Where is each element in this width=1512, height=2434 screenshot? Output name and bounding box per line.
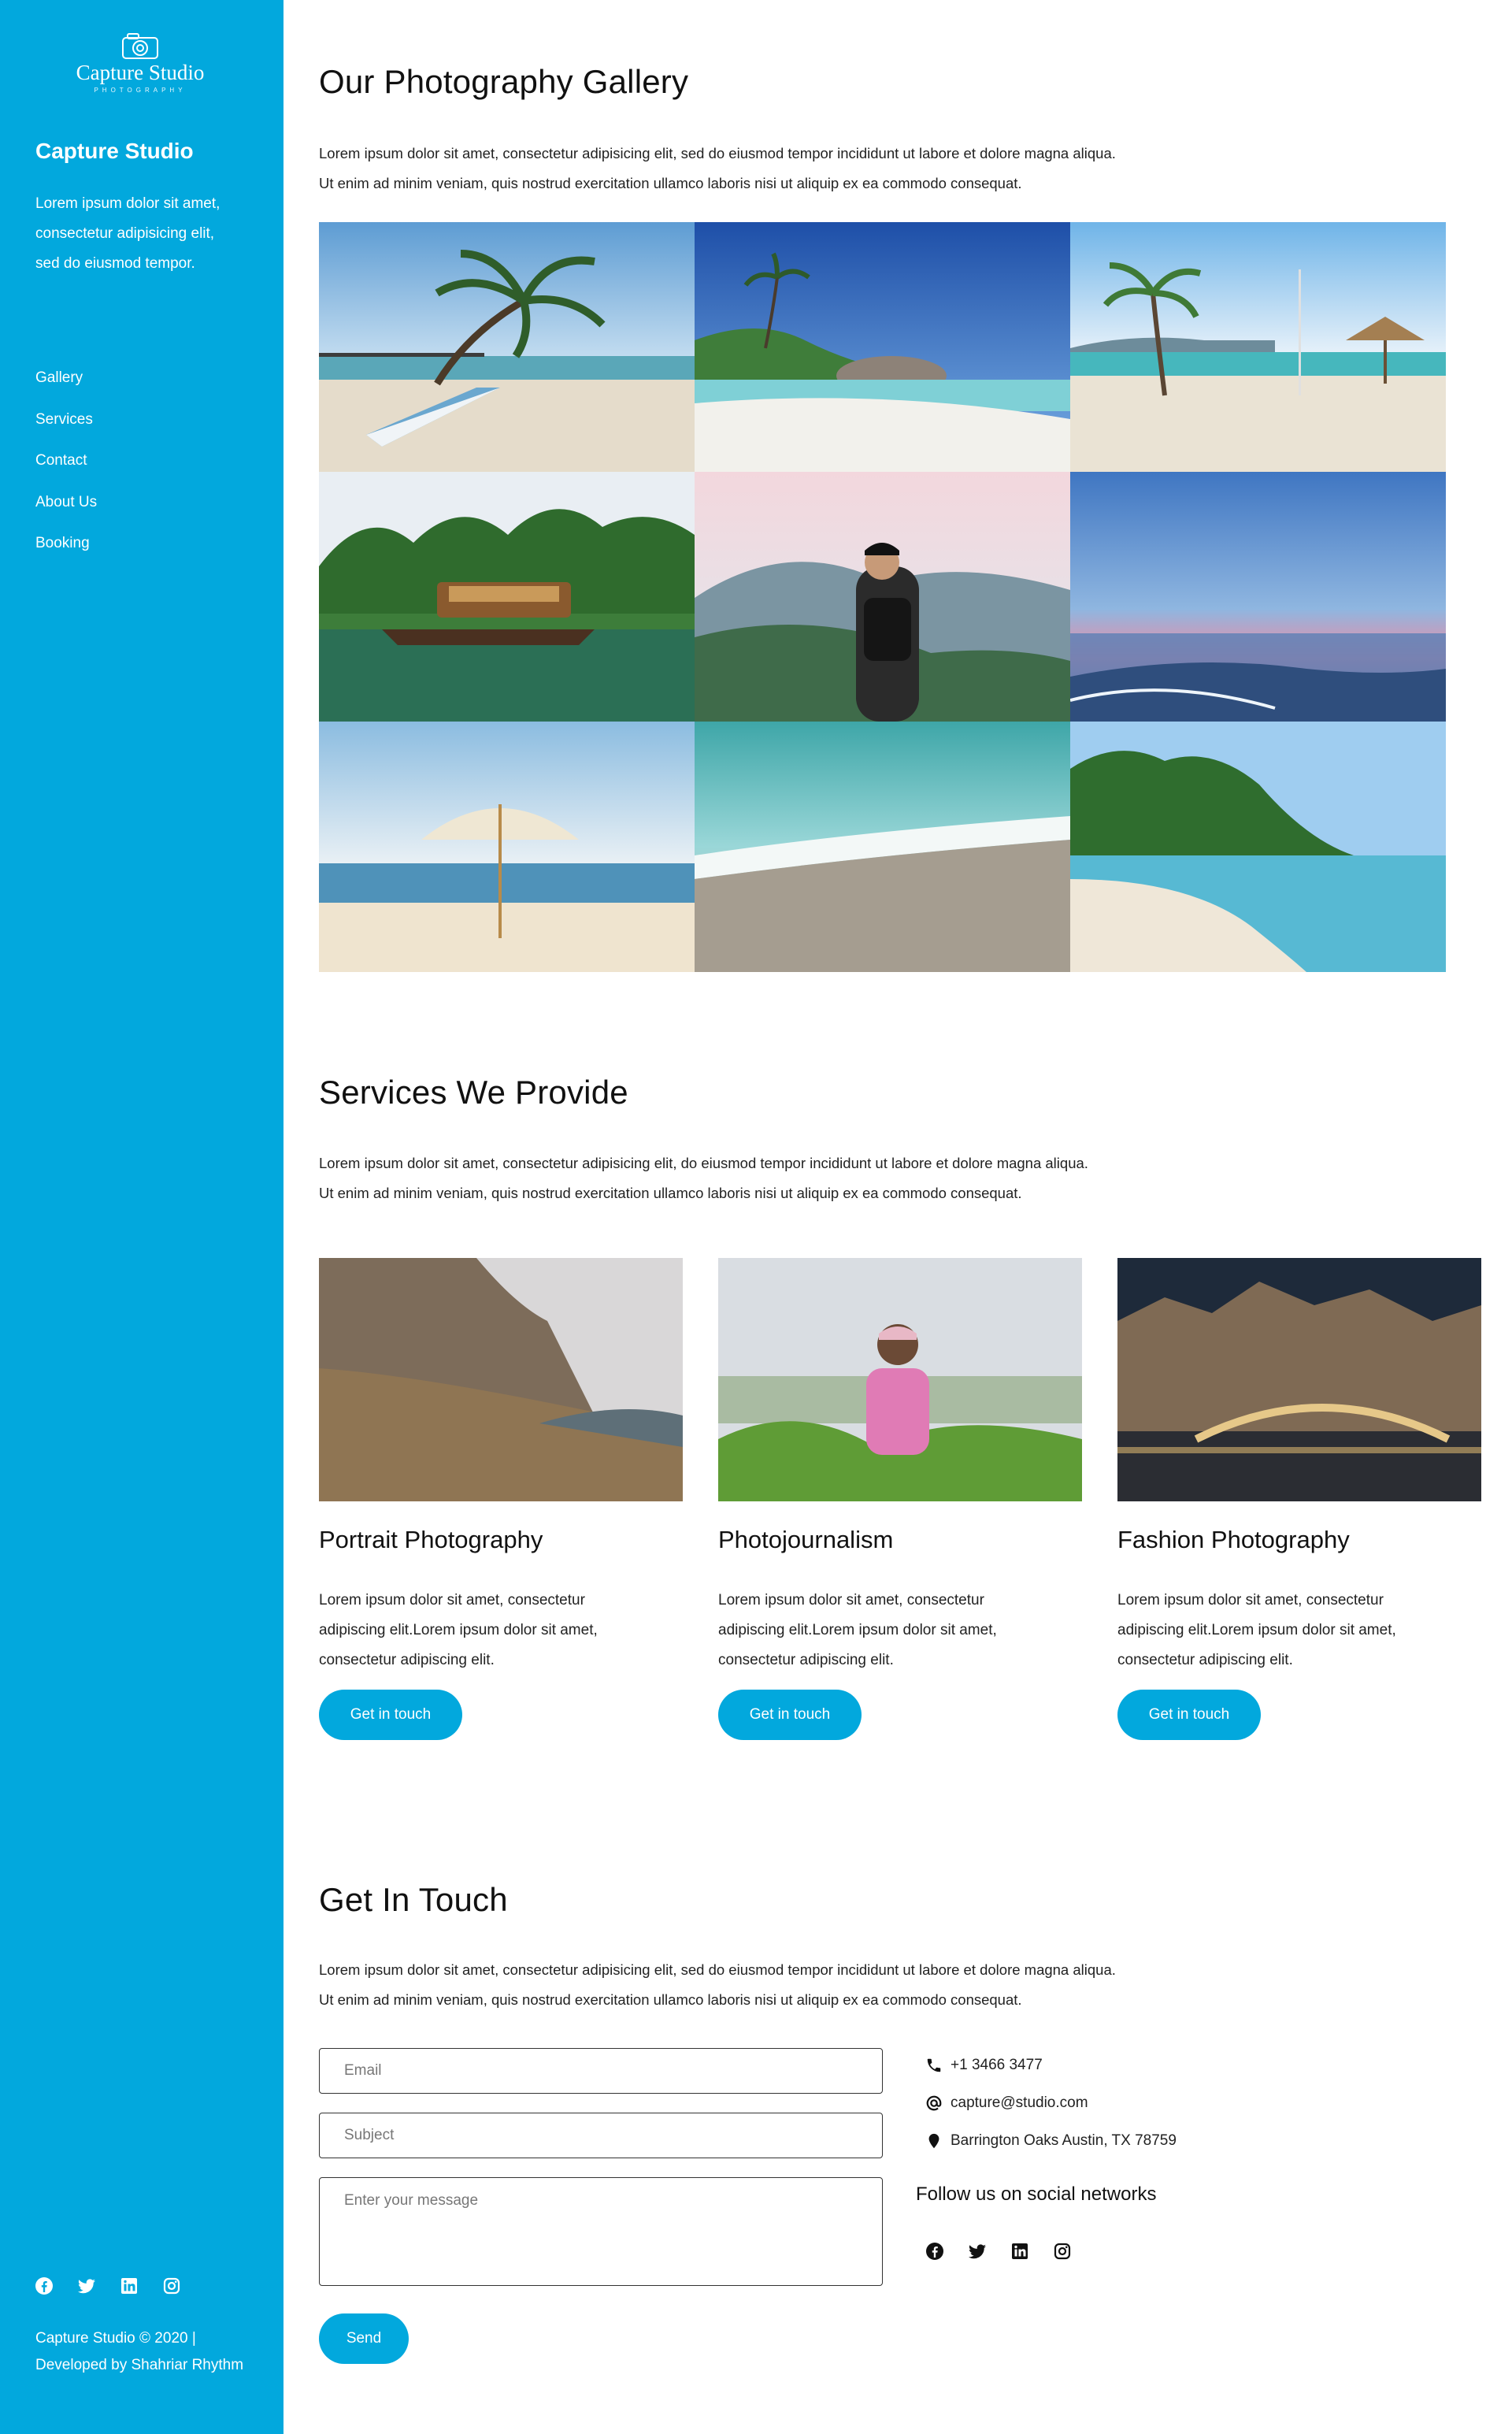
service-description-line: Lorem ipsum dolor sit amet, consectetur	[718, 1592, 984, 1608]
contact-address: Barrington Oaks Austin, TX 78759	[925, 2132, 1177, 2150]
service-description: Lorem ipsum dolor sit amet, consectetur …	[718, 1586, 1065, 1675]
sidebar: Capture Studio PHOTOGRAPHY Capture Studi…	[0, 0, 284, 2434]
copyright-line-1: Capture Studio © 2020 |	[35, 2330, 196, 2347]
gallery-photo[interactable]	[319, 222, 695, 472]
email-address[interactable]: capture@studio.com	[951, 2095, 1088, 2112]
nav-item-gallery[interactable]: Gallery	[35, 364, 97, 406]
nav-item-contact[interactable]: Contact	[35, 447, 97, 488]
logo-subtitle: PHOTOGRAPHY	[94, 87, 187, 94]
email-input[interactable]	[319, 2048, 883, 2094]
service-description-line: consectetur adipiscing elit.	[718, 1652, 894, 1668]
gallery-photo[interactable]	[1070, 472, 1446, 722]
follow-label: Follow us on social networks	[916, 2184, 1157, 2205]
facebook-icon[interactable]	[35, 2276, 54, 2295]
map-pin-icon	[925, 2132, 951, 2150]
nav-item-services[interactable]: Services	[35, 406, 97, 447]
sidebar-social-links	[35, 2276, 181, 2295]
services-intro: Lorem ipsum dolor sit amet, consectetur …	[319, 1148, 1421, 1208]
service-title: Fashion Photography	[1117, 1526, 1350, 1553]
gallery-intro: Lorem ipsum dolor sit amet, consectetur …	[319, 139, 1421, 199]
service-image	[319, 1258, 683, 1501]
nav-item-booking[interactable]: Booking	[35, 529, 97, 571]
services-heading: Services We Provide	[319, 1074, 628, 1111]
copyright: Capture Studio © 2020 | Developed by Sha…	[35, 2325, 243, 2379]
gallery-heading: Our Photography Gallery	[319, 63, 689, 100]
at-sign-icon	[925, 2094, 951, 2113]
twitter-icon[interactable]	[968, 2242, 987, 2261]
gallery-photo[interactable]	[319, 472, 695, 722]
nav-item-about-us[interactable]: About Us	[35, 488, 97, 530]
contact-heading: Get In Touch	[319, 1881, 508, 1918]
subject-input[interactable]	[319, 2113, 883, 2158]
service-description-line: adipiscing elit.Lorem ipsum dolor sit am…	[319, 1622, 598, 1638]
phone-icon	[925, 2056, 951, 2075]
get-in-touch-button[interactable]: Get in touch	[319, 1690, 462, 1740]
service-description-line: Lorem ipsum dolor sit amet, consectetur	[319, 1592, 585, 1608]
get-in-touch-button[interactable]: Get in touch	[718, 1690, 862, 1740]
service-title: Photojournalism	[718, 1526, 894, 1553]
service-description: Lorem ipsum dolor sit amet, consectetur …	[1117, 1586, 1464, 1675]
service-card-photojournalism: Photojournalism Lorem ipsum dolor sit am…	[718, 1258, 1082, 1740]
service-description-line: Lorem ipsum dolor sit amet, consectetur	[1117, 1592, 1384, 1608]
contact-intro: Lorem ipsum dolor sit amet, consectetur …	[319, 1955, 1421, 2015]
photo-gallery	[319, 222, 1446, 972]
services-intro-line-1: Lorem ipsum dolor sit amet, consectetur …	[319, 1155, 1088, 1171]
contact-email: capture@studio.com	[925, 2094, 1088, 2113]
service-card-fashion: Fashion Photography Lorem ipsum dolor si…	[1117, 1258, 1481, 1740]
gallery-intro-line-1: Lorem ipsum dolor sit amet, consectetur …	[319, 145, 1116, 161]
message-textarea[interactable]	[319, 2177, 883, 2286]
gallery-photo[interactable]	[695, 222, 1070, 472]
gallery-intro-line-2: Ut enim ad minim veniam, quis nostrud ex…	[319, 175, 1022, 191]
twitter-icon[interactable]	[77, 2276, 96, 2295]
gallery-photo[interactable]	[1070, 722, 1446, 972]
service-description: Lorem ipsum dolor sit amet, consectetur …	[319, 1586, 665, 1675]
gallery-photo[interactable]	[695, 472, 1070, 722]
phone-number: +1 3466 3477	[951, 2057, 1043, 2073]
instagram-icon[interactable]	[1053, 2242, 1072, 2261]
contact-phone: +1 3466 3477	[925, 2056, 1043, 2075]
logo-text: Capture Studio	[76, 61, 205, 84]
service-card-portrait: Portrait Photography Lorem ipsum dolor s…	[319, 1258, 683, 1740]
get-in-touch-button[interactable]: Get in touch	[1117, 1690, 1261, 1740]
gallery-photo[interactable]	[1070, 222, 1446, 472]
service-description-line: adipiscing elit.Lorem ipsum dolor sit am…	[718, 1622, 997, 1638]
sidebar-nav: Gallery Services Contact About Us Bookin…	[35, 364, 97, 571]
service-description-line: consectetur adipiscing elit.	[319, 1652, 495, 1668]
gallery-photo[interactable]	[319, 722, 695, 972]
instagram-icon[interactable]	[162, 2276, 181, 2295]
linkedin-icon[interactable]	[1010, 2242, 1029, 2261]
camera-logo-icon	[122, 33, 158, 59]
send-button[interactable]: Send	[319, 2313, 409, 2364]
logo[interactable]: Capture Studio PHOTOGRAPHY	[68, 32, 213, 101]
contact-social-links	[925, 2242, 1072, 2261]
sidebar-description: Lorem ipsum dolor sit amet, consectetur …	[35, 195, 220, 272]
copyright-line-2: Developed by Shahriar Rhythm	[35, 2357, 244, 2373]
contact-intro-line-2: Ut enim ad minim veniam, quis nostrud ex…	[319, 1991, 1022, 2008]
service-description-line: adipiscing elit.Lorem ipsum dolor sit am…	[1117, 1622, 1396, 1638]
address-text: Barrington Oaks Austin, TX 78759	[951, 2132, 1177, 2149]
gallery-photo[interactable]	[695, 722, 1070, 972]
contact-intro-line-1: Lorem ipsum dolor sit amet, consectetur …	[319, 1961, 1116, 1978]
service-image	[1117, 1258, 1481, 1501]
linkedin-icon[interactable]	[120, 2276, 139, 2295]
sidebar-title: Capture Studio	[35, 139, 194, 163]
service-image	[718, 1258, 1082, 1501]
services-intro-line-2: Ut enim ad minim veniam, quis nostrud ex…	[319, 1185, 1022, 1201]
facebook-icon[interactable]	[925, 2242, 944, 2261]
service-title: Portrait Photography	[319, 1526, 543, 1553]
service-description-line: consectetur adipiscing elit.	[1117, 1652, 1293, 1668]
